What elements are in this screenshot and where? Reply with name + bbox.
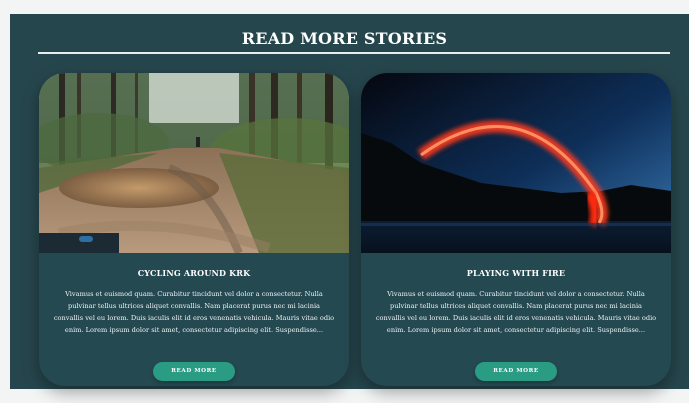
story-card-cycling: CYCLING AROUND KRK Vivamus et euismod qu… [39,73,349,386]
heading-divider [38,52,670,54]
stories-section: READ MORE STORIES CYCLING AROUND KRK Viv… [10,14,689,389]
card-excerpt: Vivamus et euismod quam. Curabitur tinci… [375,290,657,334]
card-title: CYCLING AROUND KRK [137,268,251,278]
card-title: PLAYING WITH FIRE [466,268,566,278]
card-excerpt: Vivamus et euismod quam. Curabitur tinci… [53,290,335,334]
story-card-fire: PLAYING WITH FIRE Vivamus et euismod qua… [361,73,671,386]
read-more-button[interactable]: READ MORE [475,362,557,381]
story-image-forest-trail[interactable] [39,73,349,253]
story-image-fire-arc[interactable] [361,73,671,253]
section-heading: READ MORE STORIES [241,29,448,48]
read-more-button[interactable]: READ MORE [153,362,235,381]
